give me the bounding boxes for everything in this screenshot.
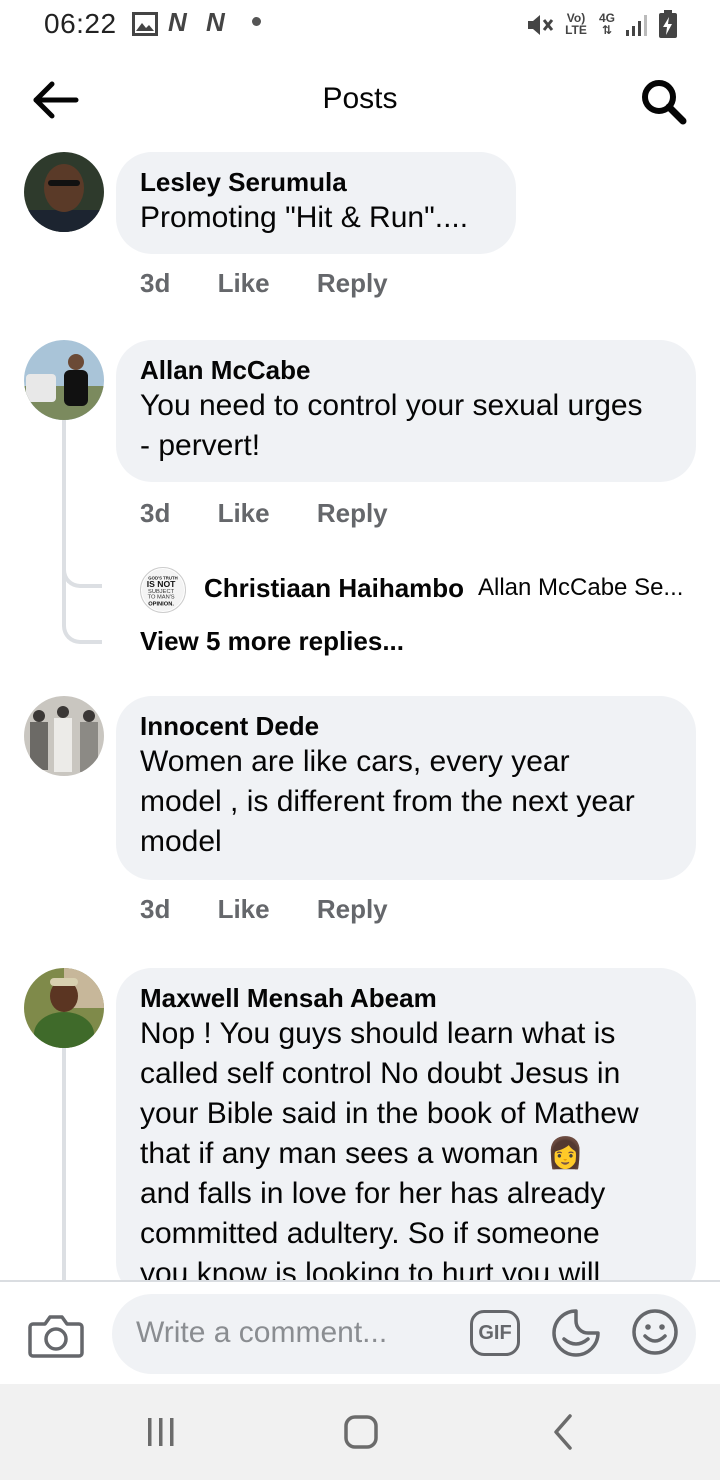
comment-bubble[interactable]: Maxwell Mensah Abeam Nop ! You guys shou… [116,968,696,1280]
comment-author[interactable]: Innocent Dede [140,710,672,742]
comment-text-line: committed adultery. So if someone [140,1217,600,1250]
reply-button[interactable]: Reply [317,894,388,924]
comment-author[interactable]: Lesley Serumula [140,166,492,198]
comment-text-line: model [140,825,222,858]
comment-text: Promoting "Hit & Run".... [140,201,469,234]
comment-text-line: Women are like cars, every year [140,745,570,778]
emoji-icon[interactable] [630,1307,680,1357]
signal-icon [626,15,647,36]
comment-actions: 3d Like Reply [140,894,428,925]
comment-text-line: your Bible said in the book of Mathew [140,1097,639,1130]
battery-charging-icon [659,10,677,38]
comment-input[interactable]: Write a comment... GIF [112,1294,696,1374]
reply-button[interactable]: Reply [317,498,388,528]
comment-text-line: You need to control your sexual urges [140,389,643,422]
page-title: Posts [322,82,398,115]
svg-text:TO MAN'S: TO MAN'S [148,595,175,601]
comment-text-line: Nop ! You guys should learn what is [140,1017,616,1050]
comment-thread[interactable]: Lesley Serumula Promoting "Hit & Run"...… [0,150,720,1280]
more-notifications-dot [252,17,261,26]
comment-text-line: model , is different from the next year [140,785,635,818]
like-button[interactable]: Like [218,498,270,528]
comment-actions: 3d Like Reply [140,498,428,529]
comment-time: 3d [140,268,171,298]
comment-actions: 3d Like Reply [140,268,428,299]
svg-text:OPINION.: OPINION. [148,601,174,607]
home-icon[interactable] [342,1412,380,1452]
comment-author[interactable]: Allan McCabe [140,354,672,386]
android-nav-bar [0,1384,720,1480]
thread-connector [62,550,102,588]
reply-text: Allan McCabe Se... [478,574,684,601]
comment-text-line: called self control No doubt Jesus in [140,1057,621,1090]
avatar[interactable] [24,340,104,420]
mute-icon [528,15,554,35]
nav-back-icon[interactable] [548,1412,578,1452]
app-header: Posts [0,50,720,150]
avatar[interactable] [24,696,104,776]
search-icon[interactable] [638,76,690,128]
sticker-icon[interactable] [550,1307,602,1359]
status-bar: 06:22 N N Vo) LTE 4G ⇅ [0,0,720,50]
comment-text-line: you know is looking to hurt you will [140,1257,601,1280]
reply-avatar[interactable]: GOD'S TRUTH IS NOT SUBJECT TO MAN'S OPIN… [140,567,186,613]
avatar[interactable] [24,152,104,232]
volte-indicator: Vo) LTE [565,11,587,37]
gif-button[interactable]: GIF [470,1310,520,1356]
reply-preview[interactable]: GOD'S TRUTH IS NOT SUBJECT TO MAN'S OPIN… [140,565,710,615]
reply-button[interactable]: Reply [317,268,388,298]
like-button[interactable]: Like [218,894,270,924]
reply-author[interactable]: Christiaan Haihambo [204,573,464,604]
n-icon: N [206,7,225,37]
recent-apps-icon[interactable] [144,1412,178,1452]
like-button[interactable]: Like [218,268,270,298]
n-icon: N [168,7,187,37]
thread-line [62,1046,66,1280]
comment-text-line: that if any man sees a woman 👩 [140,1137,585,1170]
svg-text:IS NOT: IS NOT [147,579,176,589]
comment-bubble[interactable]: Lesley Serumula Promoting "Hit & Run"...… [116,152,516,254]
comment-author[interactable]: Maxwell Mensah Abeam [140,982,672,1014]
comment-placeholder: Write a comment... [136,1316,388,1349]
comment-composer: Write a comment... GIF [0,1280,720,1384]
comment-time: 3d [140,498,171,528]
comment-text-line: - pervert! [140,429,261,462]
network-type: 4G ⇅ [598,11,615,37]
thread-connector [62,606,102,644]
status-time: 06:22 [44,8,117,39]
comment-bubble[interactable]: Allan McCabe You need to control your se… [116,340,696,482]
comment-time: 3d [140,894,171,924]
image-icon [132,12,158,36]
view-more-replies-link[interactable]: View 5 more replies... [140,626,404,657]
comment-text-line: and falls in love for her has already [140,1177,606,1210]
camera-icon[interactable] [28,1310,84,1360]
comment-bubble[interactable]: Innocent Dede Women are like cars, every… [116,696,696,880]
avatar[interactable] [24,968,104,1048]
